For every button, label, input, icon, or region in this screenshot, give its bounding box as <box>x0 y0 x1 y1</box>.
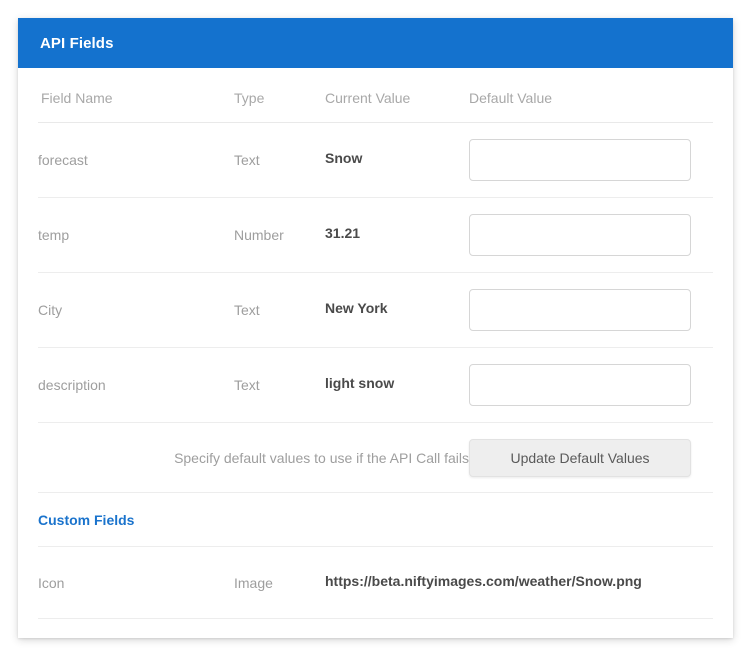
default-value-input-forecast[interactable] <box>469 139 691 181</box>
field-name-cell: description <box>38 347 234 423</box>
table-row: forecast Text Snow <box>38 120 713 198</box>
default-value-input-city[interactable] <box>469 289 691 331</box>
table-row: Icon Image https://beta.niftyimages.com/… <box>38 544 713 619</box>
update-default-values-button[interactable]: Update Default Values <box>469 438 691 477</box>
column-header-field-name: Field Name <box>38 68 234 123</box>
field-name-cell: temp <box>38 197 234 273</box>
update-button-cell: Update Default Values <box>469 422 713 493</box>
default-value-cell <box>469 272 713 348</box>
current-value-cell: light snow <box>325 345 469 421</box>
column-header-type: Type <box>234 68 325 123</box>
field-name-cell: City <box>38 272 234 348</box>
api-fields-table: Field Name Type Current Value Default Va… <box>38 68 713 619</box>
default-values-note: Specify default values to use if the API… <box>38 422 469 493</box>
current-value-cell: https://beta.niftyimages.com/weather/Sno… <box>325 544 713 617</box>
current-value-cell: 31.21 <box>325 195 469 271</box>
field-name-cell: forecast <box>38 122 234 198</box>
page-title: API Fields <box>40 34 114 52</box>
default-value-cell <box>469 197 713 273</box>
current-value-cell: New York <box>325 270 469 346</box>
table-row: City Text New York <box>38 270 713 348</box>
card-header: API Fields <box>18 18 733 68</box>
table-header-row: Field Name Type Current Value Default Va… <box>38 68 713 123</box>
field-type-cell: Number <box>234 197 325 273</box>
custom-fields-heading-row: Custom Fields <box>38 492 713 547</box>
api-fields-card: API Fields Field Name Type Current Value… <box>18 18 733 638</box>
custom-fields-heading: Custom Fields <box>38 492 713 547</box>
table-body: forecast Text Snow temp Number 31.21 Cit… <box>38 120 713 619</box>
column-header-current-value: Current Value <box>325 68 469 123</box>
default-value-cell <box>469 347 713 423</box>
default-value-cell <box>469 122 713 198</box>
field-type-cell: Text <box>234 347 325 423</box>
field-type-cell: Text <box>234 272 325 348</box>
table-row: description Text light snow <box>38 345 713 423</box>
column-header-default-value: Default Value <box>469 68 713 123</box>
default-value-input-description[interactable] <box>469 364 691 406</box>
current-value-cell: Snow <box>325 120 469 196</box>
default-values-action-row: Specify default values to use if the API… <box>38 422 713 493</box>
table-header: Field Name Type Current Value Default Va… <box>38 68 713 123</box>
field-type-cell: Text <box>234 122 325 198</box>
field-name-cell: Icon <box>38 546 234 619</box>
default-value-input-temp[interactable] <box>469 214 691 256</box>
field-type-cell: Image <box>234 546 325 619</box>
card-body: Field Name Type Current Value Default Va… <box>18 68 733 619</box>
table-row: temp Number 31.21 <box>38 195 713 273</box>
